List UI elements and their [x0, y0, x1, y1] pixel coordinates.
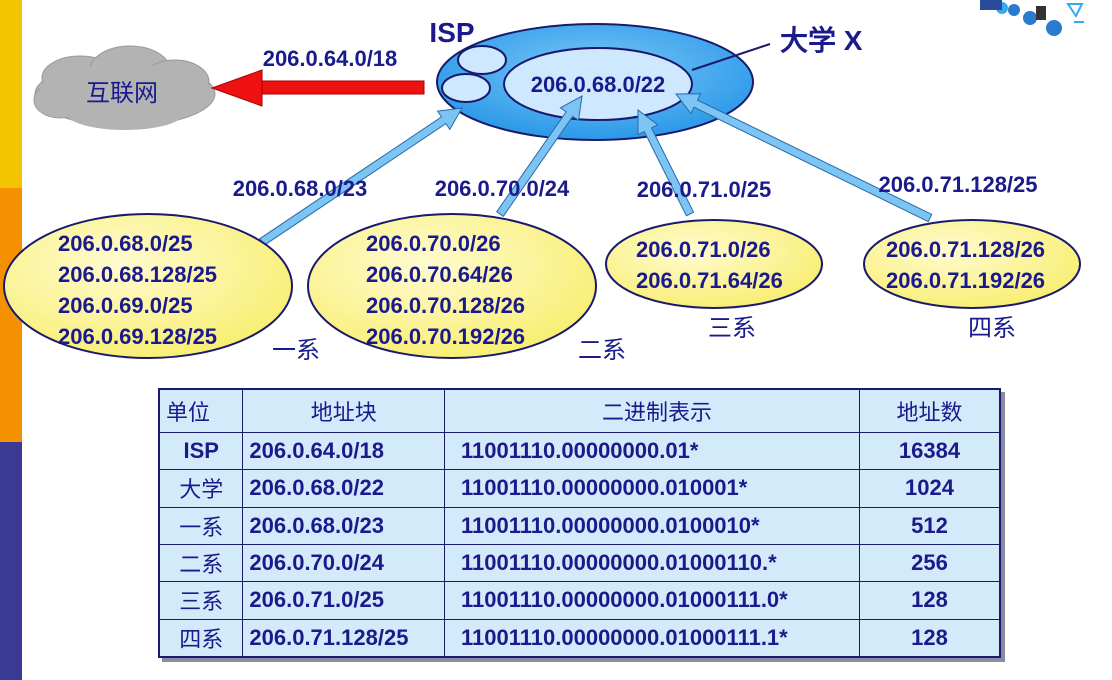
dept4-subnet-2: 206.0.71.192/26 — [886, 268, 1045, 293]
row-block: 206.0.64.0/18 — [242, 431, 446, 471]
table-row: 四系 206.0.71.128/25 11001110.00000000.010… — [158, 618, 1001, 658]
row-binary: 11001110.00000000.0100010* — [444, 506, 860, 545]
dept1-subnet-2: 206.0.68.128/25 — [58, 262, 217, 287]
row-block: 206.0.70.0/24 — [242, 543, 446, 583]
network-diagram: 互联网 206.0.64.0/18 206.0.68.0/22 ISP 大学 X… — [3, 17, 1081, 364]
row-count: 1024 — [859, 469, 1001, 508]
row-block: 206.0.68.0/22 — [242, 469, 446, 508]
address-table: 单位 地址块 二进制表示 地址数 ISP 206.0.64.0/18 11001… — [158, 388, 1001, 658]
dept1-subnet-4: 206.0.69.128/25 — [58, 324, 217, 349]
link-arrow-dept4 — [674, 93, 933, 223]
row-unit: 三系 — [158, 581, 244, 620]
row-count: 128 — [859, 618, 1001, 658]
university-block-label: 206.0.68.0/22 — [531, 72, 666, 97]
table-row: 三系 206.0.71.0/25 11001110.00000000.01000… — [158, 581, 1001, 620]
dept3-network — [605, 219, 823, 309]
table-header-block: 地址块 — [242, 388, 446, 433]
table-row: 二系 206.0.70.0/24 11001110.00000000.01000… — [158, 543, 1001, 583]
link-label-dept3: 206.0.71.0/25 — [637, 177, 772, 202]
dept3-subnet-1: 206.0.71.0/26 — [636, 237, 771, 262]
row-unit: 一系 — [158, 506, 244, 545]
table-header-binary: 二进制表示 — [444, 388, 860, 433]
dept1-name: 一系 — [272, 337, 320, 364]
university-label: 大学 X — [780, 24, 863, 56]
dept4-network — [863, 219, 1081, 309]
dept2-subnet-2: 206.0.70.64/26 — [366, 262, 513, 287]
isp-router-2 — [441, 73, 491, 103]
sidebar-blue-band — [0, 442, 22, 680]
isp-label: ISP — [429, 17, 474, 48]
row-block: 206.0.71.0/25 — [242, 581, 446, 620]
row-block: 206.0.68.0/23 — [242, 506, 446, 545]
link-label-dept2: 206.0.70.0/24 — [435, 176, 570, 201]
dept2-name: 二系 — [578, 337, 626, 364]
link-label-dept1: 206.0.68.0/23 — [233, 176, 368, 201]
dept2-subnet-3: 206.0.70.128/26 — [366, 293, 525, 318]
internet-label: 互联网 — [86, 80, 158, 107]
row-unit: ISP — [158, 431, 244, 471]
table-row: ISP 206.0.64.0/18 11001110.00000000.01* … — [158, 431, 1001, 471]
row-binary: 11001110.00000000.01000110.* — [444, 543, 860, 583]
row-binary: 11001110.00000000.01* — [444, 431, 860, 471]
row-count: 512 — [859, 506, 1001, 545]
row-count: 128 — [859, 581, 1001, 620]
dept1-subnet-1: 206.0.68.0/25 — [58, 231, 193, 256]
row-binary: 11001110.00000000.01000111.1* — [444, 618, 860, 658]
dept4-name: 四系 — [968, 315, 1016, 342]
table-row: 大学 206.0.68.0/22 11001110.00000000.01000… — [158, 469, 1001, 508]
dept2-subnet-1: 206.0.70.0/26 — [366, 231, 501, 256]
row-block: 206.0.71.128/25 — [242, 618, 446, 658]
isp-route-label: 206.0.64.0/18 — [263, 46, 398, 71]
table-row: 一系 206.0.68.0/23 11001110.00000000.01000… — [158, 506, 1001, 545]
dept1-subnet-3: 206.0.69.0/25 — [58, 293, 193, 318]
dept2-subnet-4: 206.0.70.192/26 — [366, 324, 525, 349]
table-header-row: 单位 地址块 二进制表示 地址数 — [158, 388, 1001, 433]
table-header-count: 地址数 — [859, 388, 1001, 433]
isp-router-1 — [457, 45, 507, 75]
dept3-name: 三系 — [708, 315, 756, 342]
row-count: 256 — [859, 543, 1001, 583]
table-header-unit: 单位 — [158, 388, 244, 433]
row-unit: 四系 — [158, 618, 244, 658]
row-binary: 11001110.00000000.01000111.0* — [444, 581, 860, 620]
row-count: 16384 — [859, 431, 1001, 471]
row-binary: 11001110.00000000.010001* — [444, 469, 860, 508]
isp-to-internet-arrow — [210, 69, 425, 107]
row-unit: 大学 — [158, 469, 244, 508]
dept4-subnet-1: 206.0.71.128/26 — [886, 237, 1045, 262]
link-label-dept4: 206.0.71.128/25 — [878, 172, 1037, 197]
dept3-subnet-2: 206.0.71.64/26 — [636, 268, 783, 293]
row-unit: 二系 — [158, 543, 244, 583]
